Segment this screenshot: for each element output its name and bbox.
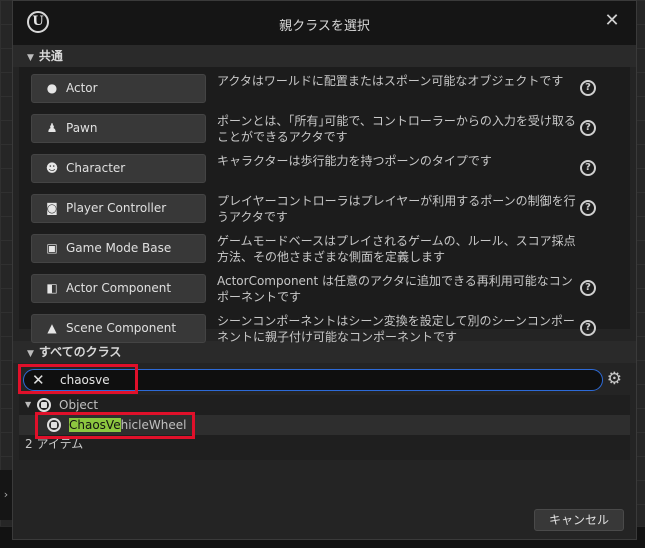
gamepad-icon: ◙ [46, 201, 58, 215]
close-button[interactable]: ✕ [602, 11, 622, 31]
class-row-player-controller: ◙ Player Controller プレイヤーコントローラはプレイヤーが利用… [19, 191, 630, 231]
player-controller-class-button[interactable]: ◙ Player Controller [31, 194, 206, 223]
common-classes-panel: ● Actor アクタはワールドに配置またはスポーン可能なオブジェクトです ? … [19, 67, 630, 344]
help-icon[interactable]: ? [580, 320, 596, 336]
character-class-button[interactable]: ☻ Character [31, 154, 206, 183]
class-search-row: ✕ chaosve ⚙ [18, 364, 630, 394]
class-row-character: ☻ Character キャラクターは歩行能力を持つポーンのタイプです ? [19, 151, 630, 191]
title-bar: U 親クラスを選択 ✕ [13, 1, 636, 45]
common-section-header[interactable]: ▼ 共通 [13, 45, 636, 67]
actor-component-icon: ◧ [46, 281, 58, 295]
character-icon: ☻ [45, 161, 59, 175]
help-icon[interactable]: ? [580, 80, 596, 96]
actor-component-class-button[interactable]: ◧ Actor Component [31, 274, 206, 303]
game-mode-base-class-button[interactable]: ▣ Game Mode Base [31, 234, 206, 263]
expand-arrow-icon[interactable]: › [0, 470, 12, 520]
class-description: シーンコンポーネントはシーン変換を設定して別のシーンコンポーネントに親子付け可能… [217, 314, 575, 344]
class-row-actor: ● Actor アクタはワールドに配置またはスポーン可能なオブジェクトです ? [19, 71, 630, 111]
class-description: ActorComponent は任意のアクタに追加できる再利用可能なコンポーネン… [217, 274, 573, 304]
class-row-scene-component: ▲ Scene Component シーンコンポーネントはシーン変換を設定して別… [19, 311, 630, 351]
game-mode-icon: ▣ [46, 241, 58, 255]
common-section-title: 共通 [38, 49, 63, 63]
gear-icon[interactable]: ⚙ [607, 369, 622, 389]
dialog-title: 親クラスを選択 [279, 19, 370, 34]
class-button-label: Actor Component [66, 281, 172, 295]
tree-row-chaos-vehicle-wheel[interactable]: ChaosVehicleWheel [19, 412, 630, 439]
class-description: ポーンとは、｢所有｣可能で、コントローラーからの入力を受け取ることができるアクタ… [217, 114, 576, 144]
class-description: ゲームモードベースはプレイされるゲームの、ルール、スコア採点方法、その他さまざま… [217, 234, 576, 264]
expand-triangle-icon[interactable]: ▼ [25, 395, 31, 415]
pawn-icon: ♟ [46, 121, 58, 135]
annotation-highlight-search [18, 364, 138, 394]
actor-icon: ● [46, 81, 58, 95]
collapse-triangle-icon: ▼ [27, 53, 34, 63]
class-description: プレイヤーコントローラはプレイヤーが利用するポーンの制御を行うアクタです [217, 194, 576, 224]
help-icon[interactable]: ? [580, 200, 596, 216]
class-button-label: Actor [66, 81, 98, 95]
object-class-icon [37, 398, 51, 412]
cancel-button[interactable]: キャンセル [534, 509, 624, 531]
class-row-game-mode-base: ▣ Game Mode Base ゲームモードベースはプレイされるゲームの、ルー… [19, 231, 630, 271]
help-icon[interactable]: ? [580, 120, 596, 136]
pick-parent-class-dialog: U 親クラスを選択 ✕ ▼ 共通 ● Actor アクタはワールドに配置またはスポ… [12, 0, 637, 540]
help-icon[interactable]: ? [580, 280, 596, 296]
pawn-class-button[interactable]: ♟ Pawn [31, 114, 206, 143]
class-tree: ▼ Object ChaosVehicleWheel 2 アイテム [19, 395, 630, 460]
class-description: キャラクターは歩行能力を持つポーンのタイプです [217, 154, 492, 168]
actor-class-button[interactable]: ● Actor [31, 74, 206, 103]
help-icon[interactable]: ? [580, 160, 596, 176]
class-button-label: Character [66, 161, 126, 175]
annotation-highlight-result [35, 412, 195, 439]
class-description: アクタはワールドに配置またはスポーン可能なオブジェクトです [217, 74, 564, 88]
class-row-pawn: ♟ Pawn ポーンとは、｢所有｣可能で、コントローラーからの入力を受け取ること… [19, 111, 630, 151]
scene-component-icon: ▲ [47, 321, 57, 335]
scene-component-class-button[interactable]: ▲ Scene Component [31, 314, 206, 343]
class-button-label: Scene Component [66, 321, 177, 335]
class-button-label: Player Controller [66, 201, 167, 215]
class-row-actor-component: ◧ Actor Component ActorComponent は任意のアクタ… [19, 271, 630, 311]
class-button-label: Pawn [66, 121, 98, 135]
class-button-label: Game Mode Base [66, 241, 172, 255]
